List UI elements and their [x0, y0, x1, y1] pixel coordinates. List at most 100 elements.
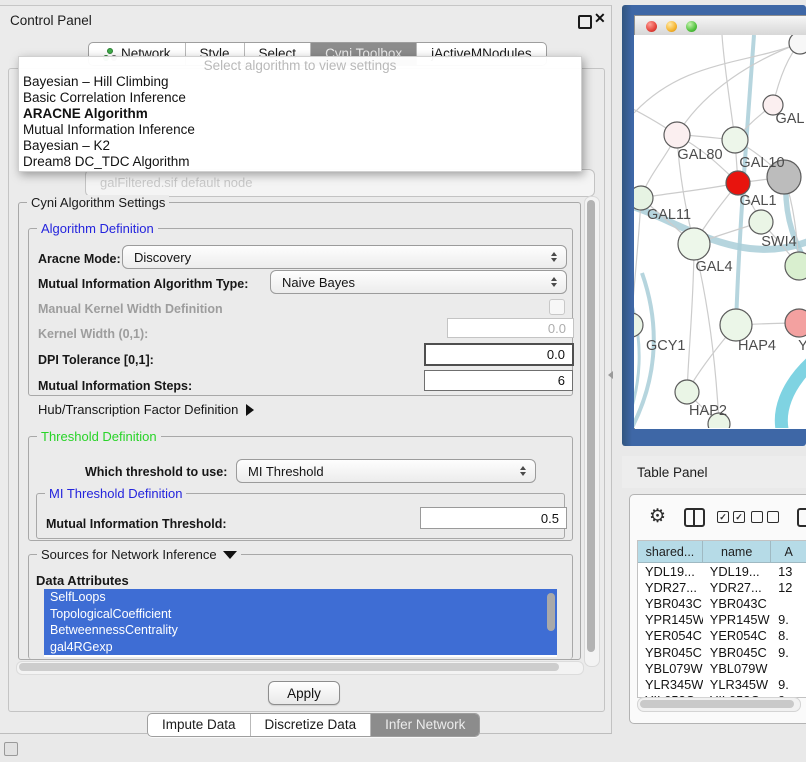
- table-cell: YER054C: [638, 628, 703, 644]
- select-all-checkboxes-icon[interactable]: ✓✓: [717, 511, 745, 523]
- column-header[interactable]: A: [771, 541, 806, 562]
- table-cell: YLR345W: [638, 676, 703, 692]
- table-row[interactable]: YBR045CYBR045C9.: [638, 644, 806, 660]
- network-node-swi4[interactable]: [749, 210, 773, 234]
- algorithm-option[interactable]: Mutual Information Inference: [19, 122, 581, 138]
- list-item[interactable]: BetweennessCentrality: [44, 622, 557, 639]
- network-node[interactable]: [785, 309, 806, 337]
- which-threshold-label: Which threshold to use:: [85, 465, 227, 479]
- algorithm-option[interactable]: Bayesian – Hill Climbing: [19, 74, 581, 90]
- data-attributes-label: Data Attributes: [36, 573, 129, 588]
- list-item[interactable]: SelfLoops: [44, 589, 557, 606]
- table-cell: YPR145W: [638, 612, 703, 628]
- node-label: GAL80: [677, 147, 722, 163]
- aracne-mode-label: Aracne Mode:: [38, 252, 121, 266]
- table-row[interactable]: YPR145WYPR145W9.: [638, 612, 806, 628]
- algorithm-option[interactable]: Bayesian – K2: [19, 138, 581, 154]
- toolbar-icon[interactable]: [797, 508, 806, 527]
- table-row[interactable]: YBL079WYBL079W: [638, 660, 806, 676]
- table-cell: YBR043C: [638, 595, 703, 611]
- node-label: GCY1: [646, 338, 686, 354]
- threshold-definition-title: Threshold Definition: [37, 429, 161, 444]
- network-node[interactable]: [785, 252, 806, 280]
- split-columns-icon[interactable]: [684, 508, 705, 527]
- which-threshold-combobox[interactable]: MI Threshold: [236, 459, 536, 483]
- kernel-width-label: Kernel Width (0,1):: [38, 327, 148, 341]
- gear-icon[interactable]: ⚙: [649, 505, 666, 528]
- table-cell: YBL079W: [638, 660, 703, 676]
- network-node-hap4[interactable]: [720, 309, 752, 341]
- table-cell: 9.: [771, 676, 806, 692]
- close-icon[interactable]: ✕: [594, 10, 606, 27]
- float-window-icon[interactable]: [578, 15, 592, 29]
- chevron-down-icon: [223, 551, 237, 559]
- minimize-traffic-light-icon[interactable]: [666, 21, 677, 32]
- apply-button[interactable]: Apply: [268, 681, 340, 705]
- hub-definition-disclosure[interactable]: Hub/Transcription Factor Definition: [38, 402, 254, 417]
- network-node-gcy1[interactable]: [634, 313, 643, 337]
- table-row[interactable]: YBR043CYBR043C: [638, 595, 806, 611]
- tab-discretize-data[interactable]: Discretize Data: [251, 714, 372, 736]
- table-row[interactable]: YLR345WYLR345W9.: [638, 676, 806, 692]
- list-item[interactable]: TopologicalCoefficient: [44, 606, 557, 623]
- table-cell: YBR045C: [638, 644, 703, 660]
- manual-kernel-width-checkbox[interactable]: [549, 299, 565, 315]
- table-cell: YBR043C: [703, 595, 771, 611]
- table-data-combobox[interactable]: galFiltered.sif default node: [85, 169, 595, 197]
- network-node-gal80[interactable]: [664, 122, 690, 148]
- mi-steps-input[interactable]: 6: [424, 370, 573, 391]
- network-node-gal1[interactable]: [726, 171, 750, 195]
- column-header[interactable]: shared...: [638, 541, 703, 562]
- aracne-mode-combobox[interactable]: Discovery: [122, 245, 567, 269]
- network-node[interactable]: [789, 35, 806, 54]
- table-cell: 8.: [771, 628, 806, 644]
- list-item[interactable]: gal4RGexp: [44, 639, 557, 656]
- mi-threshold-definition-title: MI Threshold Definition: [45, 486, 186, 501]
- zoom-traffic-light-icon[interactable]: [686, 21, 697, 32]
- sources-title: Sources for Network Inference: [37, 547, 241, 562]
- minimized-panel-icon[interactable]: [4, 742, 18, 756]
- column-header[interactable]: name: [703, 541, 771, 562]
- settings-vertical-scrollbar[interactable]: [584, 196, 600, 667]
- table-row[interactable]: YER054CYER054C8.: [638, 628, 806, 644]
- manual-kernel-width-label: Manual Kernel Width Definition: [38, 302, 223, 316]
- table-row[interactable]: YDL19...YDL19...13: [638, 563, 806, 579]
- tab-impute-data[interactable]: Impute Data: [148, 714, 251, 736]
- list-scrollbar[interactable]: [547, 593, 555, 631]
- algorithm-option[interactable]: Dream8 DC_TDC Algorithm: [19, 154, 581, 170]
- network-node-gal10[interactable]: [722, 127, 748, 153]
- table-cell: YDR27...: [638, 579, 703, 595]
- aracne-mode-value: Discovery: [134, 250, 191, 265]
- table-body: YDL19...YDL19...13YDR27...YDR27...12YBR0…: [638, 563, 806, 698]
- network-node-hap2[interactable]: [675, 380, 699, 404]
- network-window-titlebar[interactable]: [635, 16, 806, 36]
- table-data-combobox-value: galFiltered.sif default node: [100, 175, 594, 190]
- table-cell: 12: [771, 579, 806, 595]
- network-canvas[interactable]: GAL GAL80 GAL10 GAL1 GAL11 SWI4 GAL4 GCY…: [634, 35, 806, 428]
- settings-horizontal-scrollbar[interactable]: [16, 661, 584, 675]
- deselect-all-checkboxes-icon[interactable]: [751, 511, 779, 523]
- node-label: GAL11: [647, 207, 691, 223]
- split-pane-toggle-icon[interactable]: [608, 371, 613, 379]
- node-label: HAP4: [738, 338, 776, 354]
- table-cell: 9.: [771, 612, 806, 628]
- close-traffic-light-icon[interactable]: [646, 21, 657, 32]
- algorithm-option-selected[interactable]: ARACNE Algorithm: [19, 106, 581, 122]
- mi-threshold-input[interactable]: 0.5: [420, 507, 567, 529]
- tab-infer-network[interactable]: Infer Network: [371, 714, 479, 736]
- table-row[interactable]: YDR27...YDR27...12: [638, 579, 806, 595]
- table-cell: YLR345W: [703, 676, 771, 692]
- cyni-bottom-tabs: Impute Data Discretize Data Infer Networ…: [147, 713, 480, 737]
- table-panel-title: Table Panel: [637, 465, 708, 480]
- node-table: shared... name A YDL19...YDL19...13YDR27…: [637, 540, 806, 698]
- table-cell: 13: [771, 563, 806, 579]
- table-cell: [771, 660, 806, 676]
- table-cell: [771, 595, 806, 611]
- mi-algorithm-type-label: Mutual Information Algorithm Type:: [38, 277, 248, 291]
- table-horizontal-scrollbar[interactable]: [637, 697, 801, 712]
- kernel-width-input[interactable]: 0.0: [447, 318, 574, 338]
- network-node-gal4[interactable]: [678, 228, 710, 260]
- algorithm-option[interactable]: Basic Correlation Inference: [19, 90, 581, 106]
- dpi-tolerance-input[interactable]: 0.0: [424, 343, 574, 366]
- mi-algorithm-type-combobox[interactable]: Naive Bayes: [270, 270, 567, 294]
